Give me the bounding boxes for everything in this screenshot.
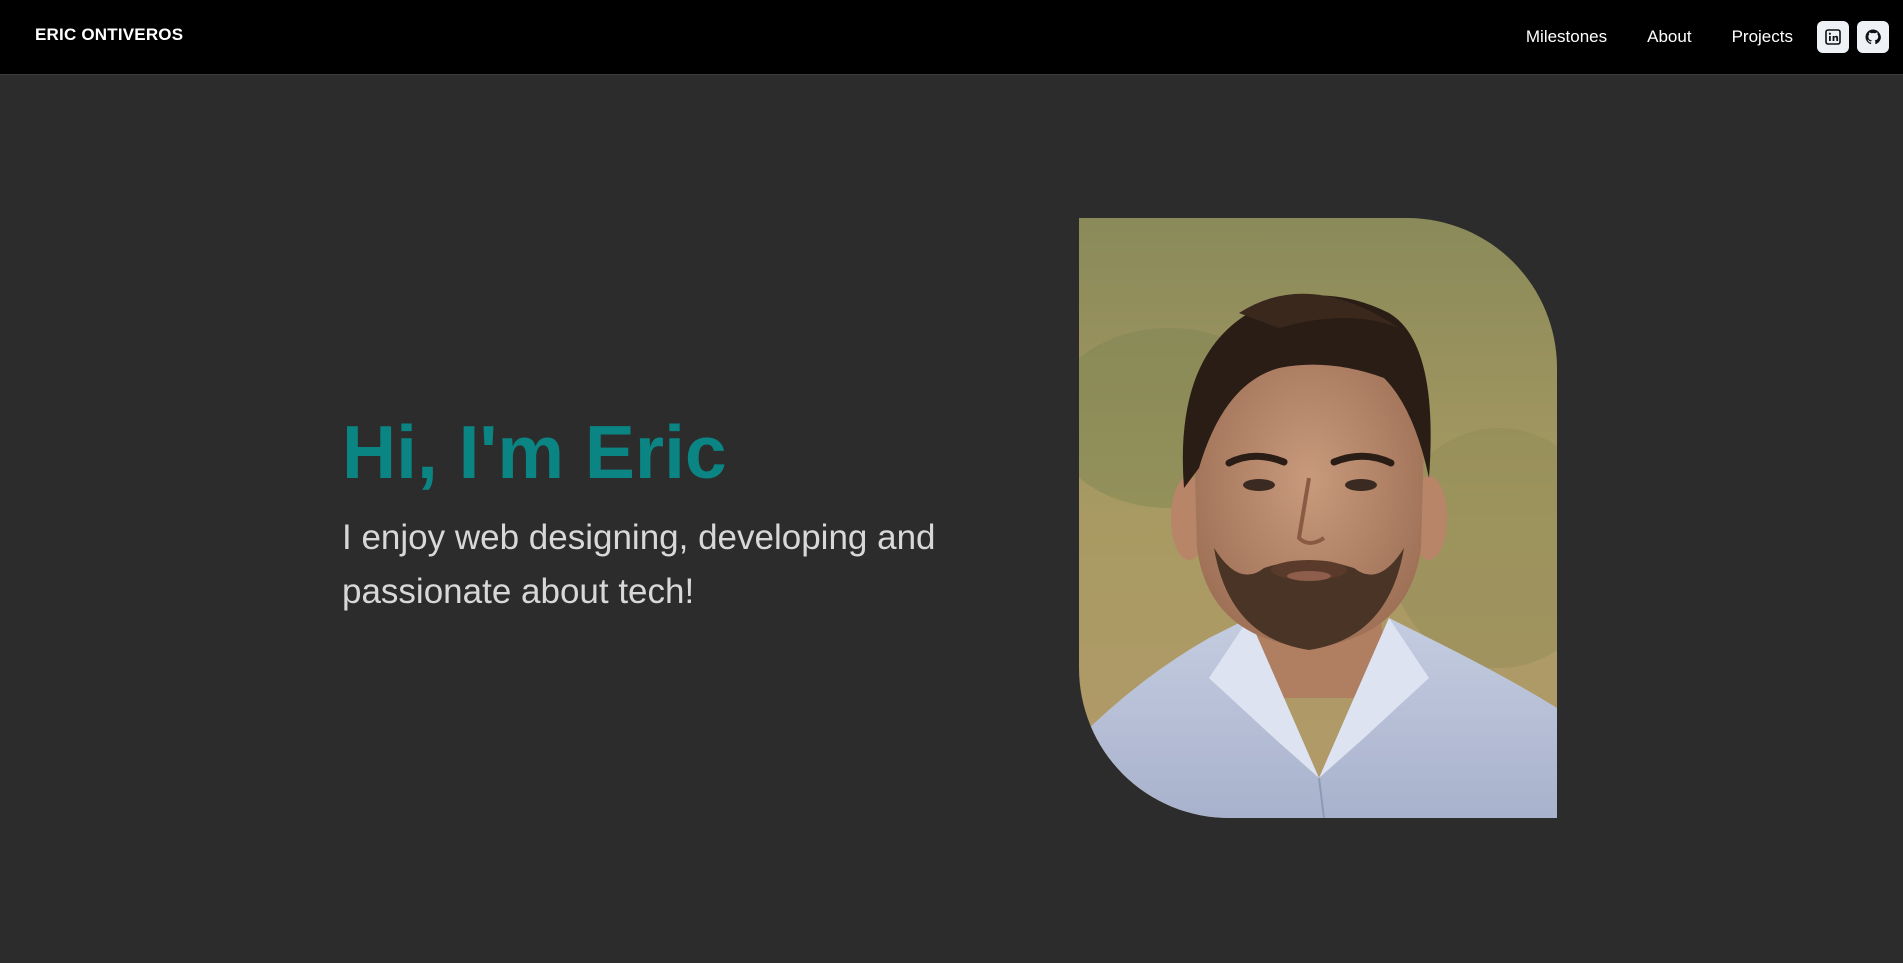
- profile-photo: [1079, 218, 1557, 818]
- nav-link-about[interactable]: About: [1647, 27, 1691, 47]
- nav-links: Milestones About Projects: [1526, 0, 1903, 74]
- brand-logo[interactable]: ERIC ONTIVEROS: [35, 25, 183, 45]
- github-button[interactable]: [1857, 21, 1889, 53]
- nav-link-milestones[interactable]: Milestones: [1526, 27, 1607, 47]
- nav-link-projects[interactable]: Projects: [1732, 27, 1793, 47]
- hero-subheading: I enjoy web designing, developing and pa…: [342, 518, 936, 611]
- navbar: ERIC ONTIVEROS Milestones About Projects: [0, 0, 1903, 75]
- linkedin-button[interactable]: [1817, 21, 1849, 53]
- hero-heading: Hi, I'm Eric: [342, 410, 727, 494]
- github-icon: [1865, 29, 1881, 45]
- linkedin-icon: [1825, 29, 1841, 45]
